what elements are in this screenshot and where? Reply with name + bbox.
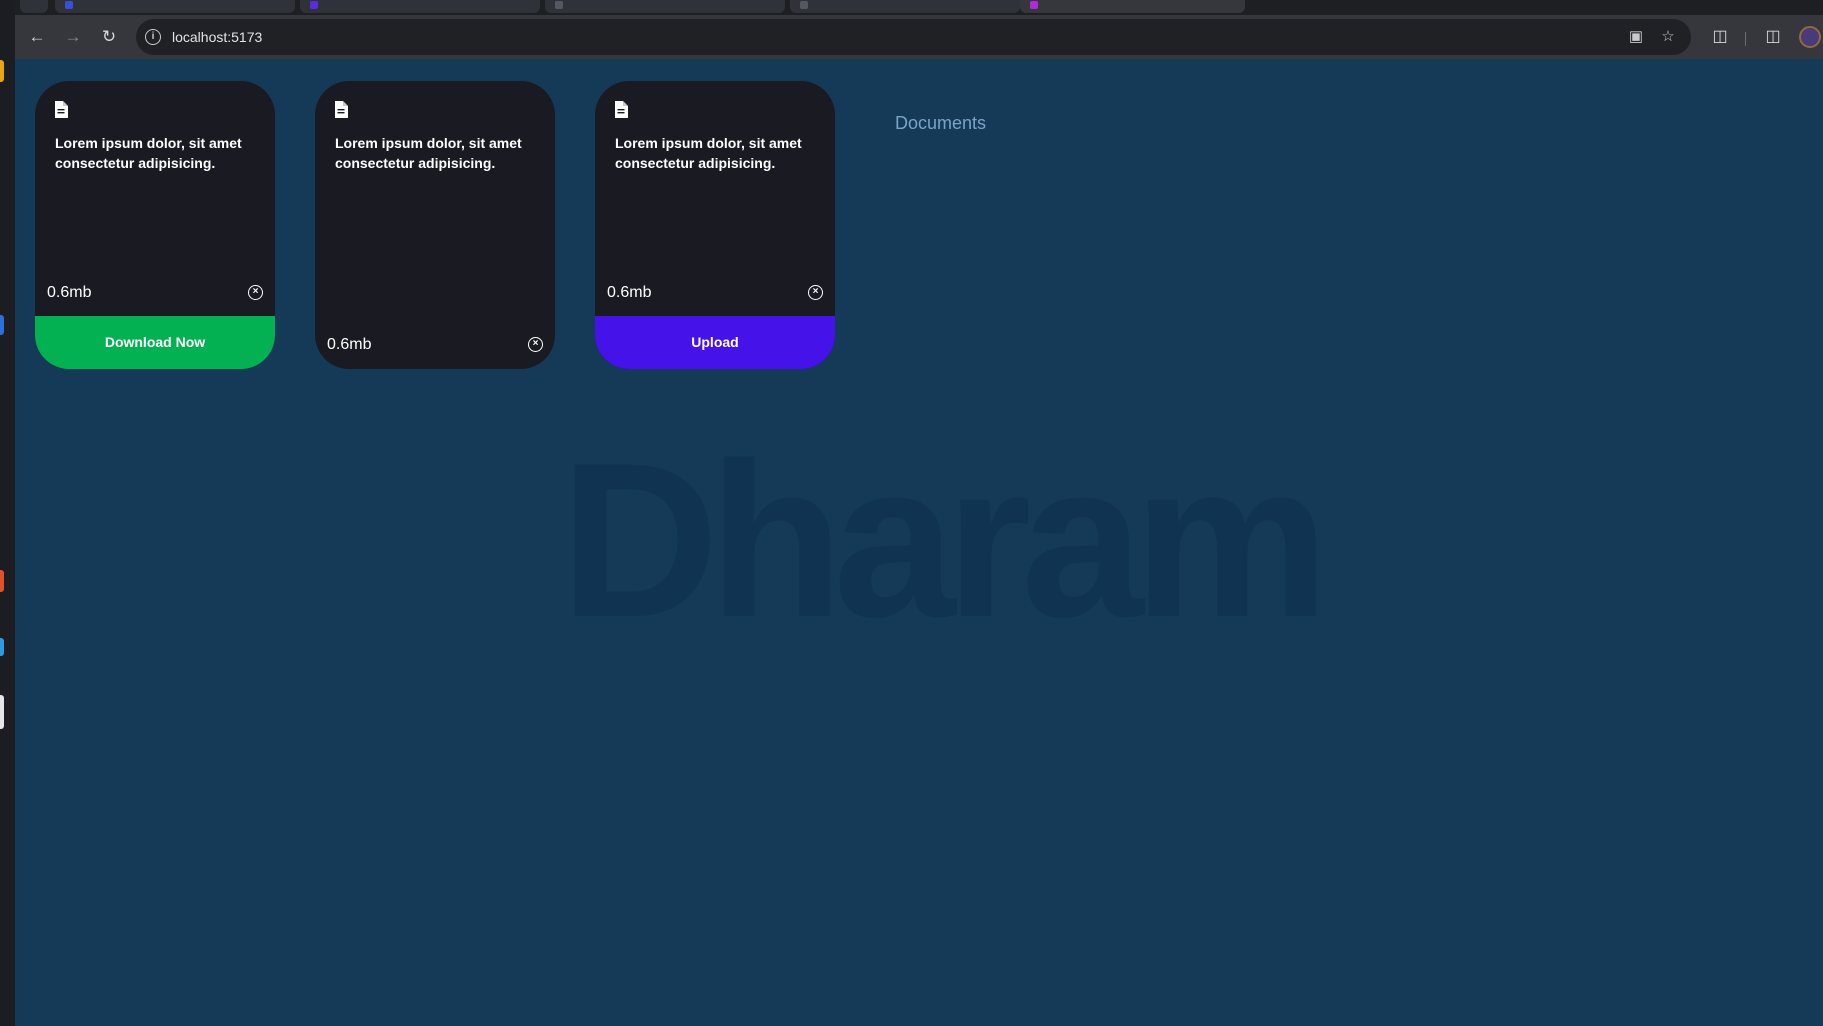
document-card: Lorem ipsum dolor, sit amet consectetur … [315,81,555,369]
tab-favicon [1030,1,1038,9]
card-title: Lorem ipsum dolor, sit amet consectetur … [335,135,522,171]
dock-indicator [0,695,4,729]
close-circle-icon[interactable]: × [808,285,823,300]
file-size: 0.6mb [607,284,652,301]
dock-indicator [0,60,4,82]
site-info-icon[interactable]: i [145,29,161,45]
document-icon [335,101,348,118]
tab-favicon [800,1,808,9]
reload-icon[interactable]: ↻ [97,25,121,49]
bookmark-star-icon[interactable]: ☆ [1658,27,1678,47]
card-title: Lorem ipsum dolor, sit amet consectetur … [615,135,802,171]
browser-tab[interactable] [545,0,785,13]
browser-tab[interactable] [300,0,540,13]
address-url[interactable]: localhost:5173 [172,28,262,46]
browser-tab[interactable] [790,0,1020,13]
tab-favicon [555,1,563,9]
translate-icon[interactable]: ▣ [1626,27,1646,47]
back-arrow-icon[interactable]: ← [25,25,49,49]
document-icon [615,101,628,118]
download-now-button[interactable]: Download Now [35,316,275,369]
browser-tab[interactable] [20,0,48,13]
browser-toolbar: ← → ↻ i localhost:5173 ▣ ☆ ◫ ◫ [15,15,1823,59]
extensions-icon[interactable]: ◫ [1708,25,1732,49]
tab-strip [15,0,1823,15]
dock-indicator [0,570,4,592]
browser-tab[interactable] [55,0,295,13]
file-size: 0.6mb [327,336,372,353]
left-dock [0,0,15,1026]
close-circle-icon[interactable]: × [528,337,543,352]
watermark-text: Dharam [560,417,1329,663]
address-bar[interactable]: i localhost:5173 ▣ ☆ [136,19,1691,55]
browser-tab-active[interactable] [1020,0,1245,13]
file-size: 0.6mb [47,284,92,301]
side-panel-icon[interactable]: ◫ [1761,25,1785,49]
close-circle-icon[interactable]: × [248,285,263,300]
tab-favicon [65,1,73,9]
upload-button[interactable]: Upload [595,316,835,369]
dock-indicator [0,315,4,335]
profile-avatar[interactable] [1799,26,1821,48]
tab-favicon [310,1,318,9]
documents-label: Documents [895,113,987,133]
document-card: Lorem ipsum dolor, sit amet consectetur … [35,81,275,369]
card-title: Lorem ipsum dolor, sit amet consectetur … [55,135,242,171]
document-icon [55,101,68,118]
dock-indicator [0,638,4,656]
forward-arrow-icon[interactable]: → [61,25,85,49]
toolbar-divider [1745,32,1746,46]
document-card: Lorem ipsum dolor, sit amet consectetur … [595,81,835,369]
